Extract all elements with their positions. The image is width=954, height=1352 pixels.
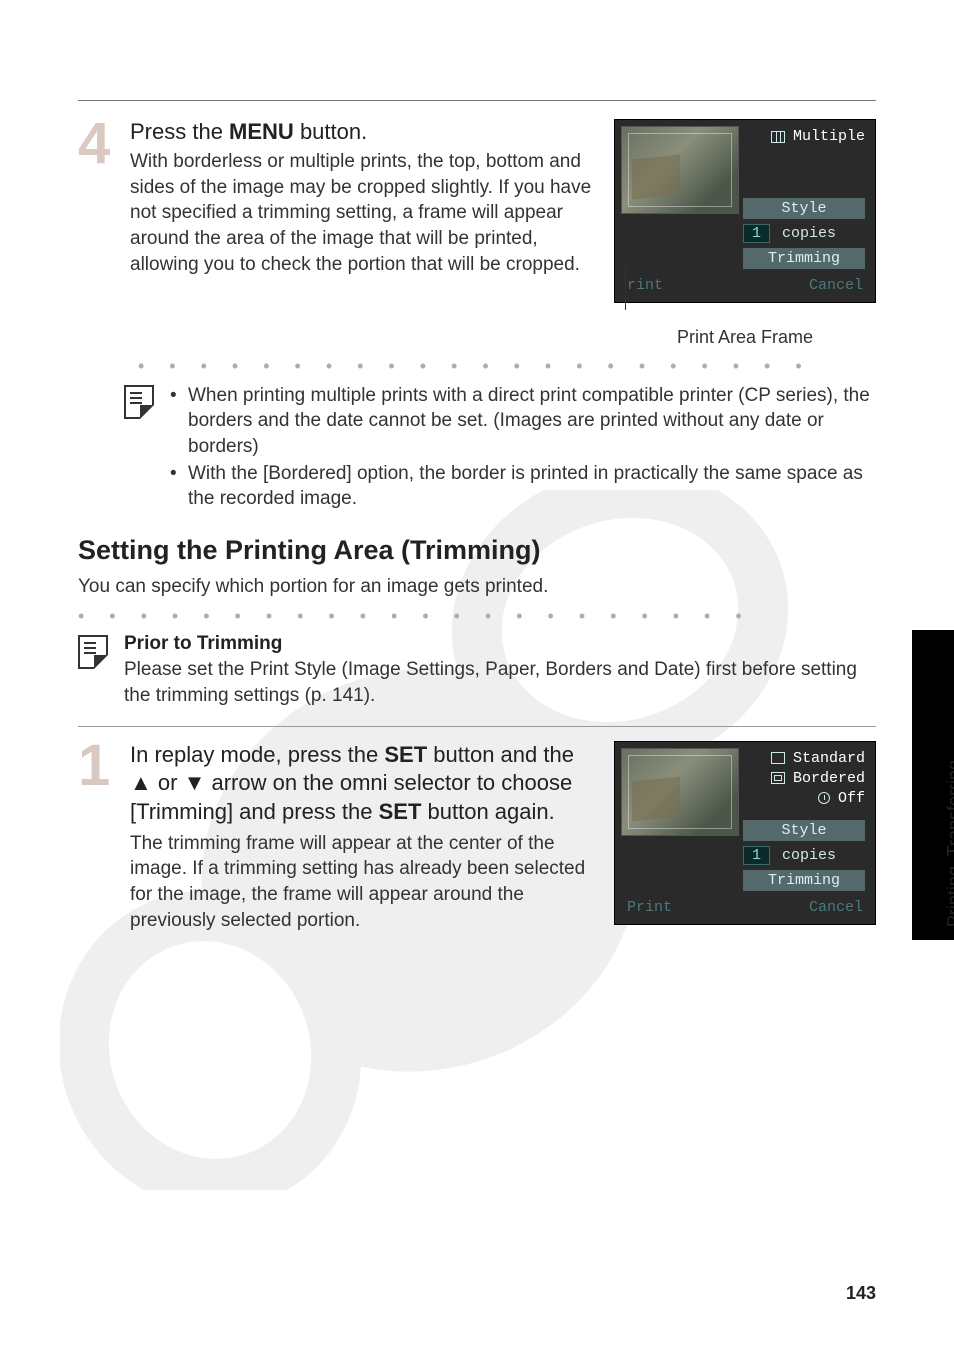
clock-icon xyxy=(818,792,830,804)
down-arrow-icon: ▼ xyxy=(184,770,206,795)
note1-bullet1: When printing multiple prints with a dir… xyxy=(170,383,876,459)
page-number: 143 xyxy=(846,1283,876,1304)
step-number-1: 1 xyxy=(78,741,118,790)
multiple-icon xyxy=(771,131,785,143)
bordered-icon xyxy=(771,772,785,784)
screen-mode-row: Multiple xyxy=(771,128,865,145)
prior-block: Prior to Trimming Please set the Print S… xyxy=(78,633,876,708)
print-area-caption: Print Area Frame xyxy=(614,327,876,348)
screen-copies-row: 1 copies xyxy=(743,846,865,865)
screen-cancel-label: Cancel xyxy=(809,277,863,294)
screen-standard-label: Standard xyxy=(793,750,865,767)
camera-screen-step4: Multiple Style 1 copies Trimming rint Ca… xyxy=(614,119,876,303)
screen-copies-row: 1 copies xyxy=(743,224,865,243)
step1-h-part1: In replay mode, press the xyxy=(130,742,384,767)
dot-separator-2: • • • • • • • • • • • • • • • • • • • • … xyxy=(78,606,876,627)
step1-screen-wrap: Standard Bordered Off Style 1 xyxy=(614,741,876,925)
step-4: 4 Press the MENU button. With borderless… xyxy=(78,119,876,348)
divider xyxy=(78,726,876,727)
screen-bordered-row: Bordered xyxy=(771,770,865,787)
prior-title: Prior to Trimming xyxy=(124,633,876,655)
up-arrow-icon: ▲ xyxy=(130,770,152,795)
menu-label: MENU xyxy=(229,119,294,144)
step4-heading-suffix: button. xyxy=(294,119,367,144)
step4-heading-prefix: Press the xyxy=(130,119,229,144)
note-icon xyxy=(78,635,108,669)
screen-cancel-label: Cancel xyxy=(809,899,863,916)
step4-screen-wrap: Multiple Style 1 copies Trimming rint Ca… xyxy=(614,119,876,348)
step1-description: The trimming frame will appear at the ce… xyxy=(130,831,592,934)
note1-bullet2: With the [Bordered] option, the border i… xyxy=(170,461,876,512)
step4-heading: Press the MENU button. xyxy=(130,119,592,145)
screen-off-label: Off xyxy=(838,790,865,807)
camera-screen-step1: Standard Bordered Off Style 1 xyxy=(614,741,876,925)
section-intro: You can specify which portion for an ima… xyxy=(78,576,876,598)
screen-print-label: Print xyxy=(627,899,672,916)
copies-value: 1 xyxy=(743,224,770,243)
dot-separator: • • • • • • • • • • • • • • • • • • • • … xyxy=(78,356,876,377)
screen-print-label: rint xyxy=(627,277,663,294)
note-icon xyxy=(124,385,154,419)
screen-bordered-label: Bordered xyxy=(793,770,865,787)
screen-mode-label: Multiple xyxy=(793,128,865,145)
screen-style-row: Style xyxy=(743,198,865,219)
screen-standard-row: Standard xyxy=(771,750,865,767)
prior-body: Please set the Print Style (Image Settin… xyxy=(124,657,876,708)
step1-h-or: or xyxy=(152,770,184,795)
screen-style-row: Style xyxy=(743,820,865,841)
section-heading-trimming: Setting the Printing Area (Trimming) xyxy=(78,535,876,566)
copies-value: 1 xyxy=(743,846,770,865)
screen-trimming-row: Trimming xyxy=(743,870,865,891)
preview-thumbnail xyxy=(621,748,739,836)
step1-h-part2: button and the xyxy=(427,742,574,767)
preview-thumbnail xyxy=(621,126,739,214)
set-label-2: SET xyxy=(379,799,422,824)
step-number-4: 4 xyxy=(78,119,118,168)
standard-icon xyxy=(771,752,785,764)
step4-description: With borderless or multiple prints, the … xyxy=(130,149,592,277)
screen-off-row: Off xyxy=(818,790,865,807)
step1-heading: In replay mode, press the SET button and… xyxy=(130,741,592,827)
step-1: 1 In replay mode, press the SET button a… xyxy=(78,741,876,933)
copies-label: copies xyxy=(782,847,836,864)
step1-h-part4: button again. xyxy=(421,799,554,824)
screen-trimming-row: Trimming xyxy=(743,248,865,269)
copies-label: copies xyxy=(782,225,836,242)
note-block-1: When printing multiple prints with a dir… xyxy=(78,383,876,513)
divider xyxy=(78,100,876,101)
set-label: SET xyxy=(384,742,427,767)
